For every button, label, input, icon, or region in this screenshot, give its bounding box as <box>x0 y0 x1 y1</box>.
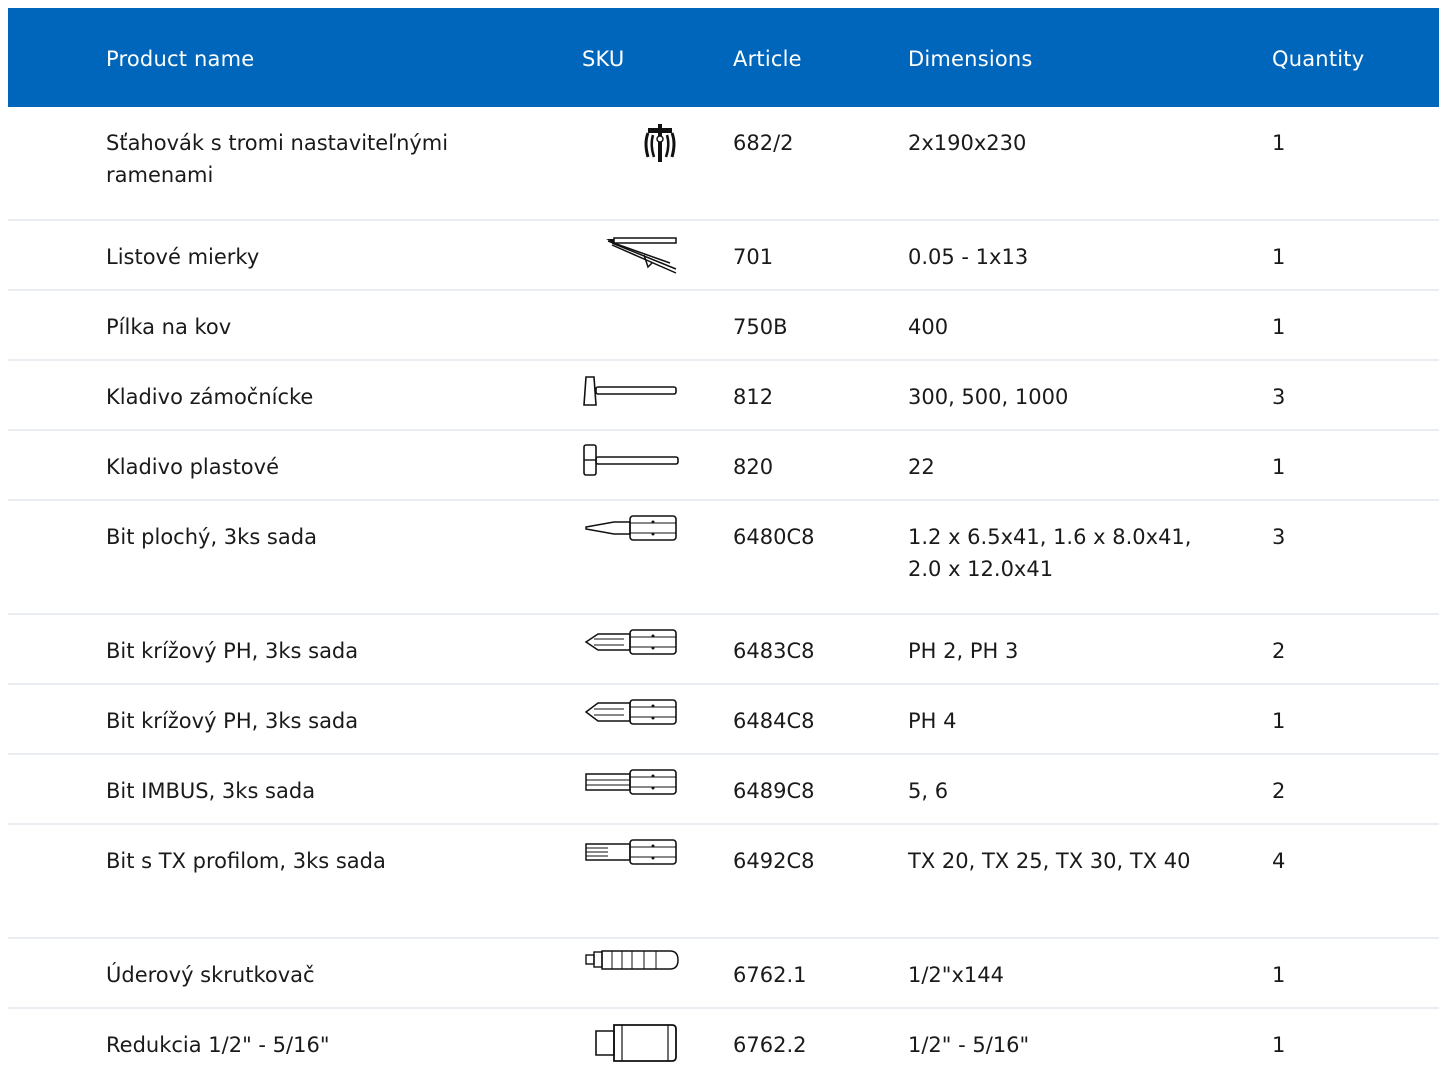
dimensions: 2x190x230 <box>908 131 1027 155</box>
table-row: Sťahovák s tromi nastaviteľnými ramenami… <box>8 107 1439 221</box>
hex-bit-icon <box>584 767 682 797</box>
product-name: Bit plochý, 3ks sada <box>106 525 317 549</box>
quantity: 1 <box>1272 963 1286 987</box>
impact-driver-icon <box>584 949 682 971</box>
article-number: 6492C8 <box>733 849 815 873</box>
article-number: 6480C8 <box>733 525 815 549</box>
product-name: Pílka na kov <box>106 315 232 339</box>
article-number: 6484C8 <box>733 709 815 733</box>
article-number: 812 <box>733 385 774 409</box>
article-number: 6762.2 <box>733 1033 807 1057</box>
gear-puller-icon <box>642 123 678 163</box>
table-row: Redukcia 1/2" - 5/16" 6762.2 1/2" - 5/16… <box>8 1009 1439 1073</box>
quantity: 3 <box>1272 385 1286 409</box>
header-dimensions: Dimensions <box>908 47 1033 71</box>
dimensions: PH 2, PH 3 <box>908 639 1019 663</box>
header-product-name: Product name <box>106 47 255 71</box>
socket-adapter-icon <box>592 1021 682 1065</box>
article-number: 701 <box>733 245 774 269</box>
article-number: 6489C8 <box>733 779 815 803</box>
header-sku: SKU <box>582 47 625 71</box>
table-row: Bit s TX profilom, 3ks sada 6492C8 TX 20… <box>8 825 1439 939</box>
torx-bit-icon <box>584 837 682 867</box>
dimensions: 300, 500, 1000 <box>908 385 1069 409</box>
quantity: 1 <box>1272 315 1286 339</box>
dimensions: 400 <box>908 315 949 339</box>
quantity: 1 <box>1272 455 1286 479</box>
table-row: Listové mierky 701 0.05 - 1x13 1 <box>8 221 1439 291</box>
dimensions: 0.05 - 1x13 <box>908 245 1029 269</box>
locksmith-hammer-icon <box>580 375 680 407</box>
table-row: Úderový skrutkovač 6762.1 1/2"x144 1 <box>8 939 1439 1009</box>
dimensions: 5, 6 <box>908 779 949 803</box>
header-article: Article <box>733 47 802 71</box>
article-number: 682/2 <box>733 131 794 155</box>
table-row: Bit plochý, 3ks sada 6480C8 1.2 x 6.5x41… <box>8 501 1439 615</box>
dimensions: 1/2"x144 <box>908 963 1004 987</box>
dimensions: TX 20, TX 25, TX 30, TX 40 <box>908 849 1191 873</box>
product-name: Listové mierky <box>106 245 260 269</box>
product-name: Bit krížový PH, 3ks sada <box>106 709 359 733</box>
quantity: 1 <box>1272 1033 1286 1057</box>
table-row: Bit krížový PH, 3ks sada 6483C8 PH 2, PH… <box>8 615 1439 685</box>
article-number: 750B <box>733 315 788 339</box>
article-number: 6762.1 <box>733 963 807 987</box>
plastic-hammer-icon <box>582 443 682 477</box>
product-name: Bit IMBUS, 3ks sada <box>106 779 316 803</box>
table-row: Bit krížový PH, 3ks sada 6484C8 PH 4 1 <box>8 685 1439 755</box>
product-name: Úderový skrutkovač <box>106 963 315 987</box>
table-row: Bit IMBUS, 3ks sada 6489C8 5, 6 2 <box>8 755 1439 825</box>
phillips-bit-icon <box>584 627 682 657</box>
quantity: 4 <box>1272 849 1286 873</box>
dimensions: PH 4 <box>908 709 957 733</box>
quantity: 1 <box>1272 131 1286 155</box>
article-number: 820 <box>733 455 774 479</box>
quantity: 2 <box>1272 639 1286 663</box>
product-name: Bit s TX profilom, 3ks sada <box>106 849 386 873</box>
dimensions: 1/2" - 5/16" <box>908 1033 1030 1057</box>
article-number: 6483C8 <box>733 639 815 663</box>
table-row: Kladivo plastové 820 22 1 <box>8 431 1439 501</box>
quantity: 1 <box>1272 709 1286 733</box>
header-quantity: Quantity <box>1272 47 1365 71</box>
product-name: Kladivo plastové <box>106 455 279 479</box>
quantity: 1 <box>1272 245 1286 269</box>
quantity: 3 <box>1272 525 1286 549</box>
product-name: Sťahovák s tromi nastaviteľnými ramenami <box>106 131 449 187</box>
dimensions: 22 <box>908 455 935 479</box>
flat-bit-icon <box>584 513 682 543</box>
product-table: Product name SKU Article Dimensions Quan… <box>8 8 1439 1073</box>
dimensions: 1.2 x 6.5x41, 1.6 x 8.0x41, 2.0 x 12.0x4… <box>908 525 1192 581</box>
quantity: 2 <box>1272 779 1286 803</box>
feeler-gauge-icon <box>604 233 680 277</box>
product-name: Bit krížový PH, 3ks sada <box>106 639 359 663</box>
table-row: Pílka na kov 750B 400 1 <box>8 291 1439 361</box>
phillips-bit-icon <box>584 697 682 727</box>
table-header: Product name SKU Article Dimensions Quan… <box>8 8 1439 107</box>
table-row: Kladivo zámočnícke 812 300, 500, 1000 3 <box>8 361 1439 431</box>
product-name: Redukcia 1/2" - 5/16" <box>106 1033 330 1057</box>
product-name: Kladivo zámočnícke <box>106 385 314 409</box>
